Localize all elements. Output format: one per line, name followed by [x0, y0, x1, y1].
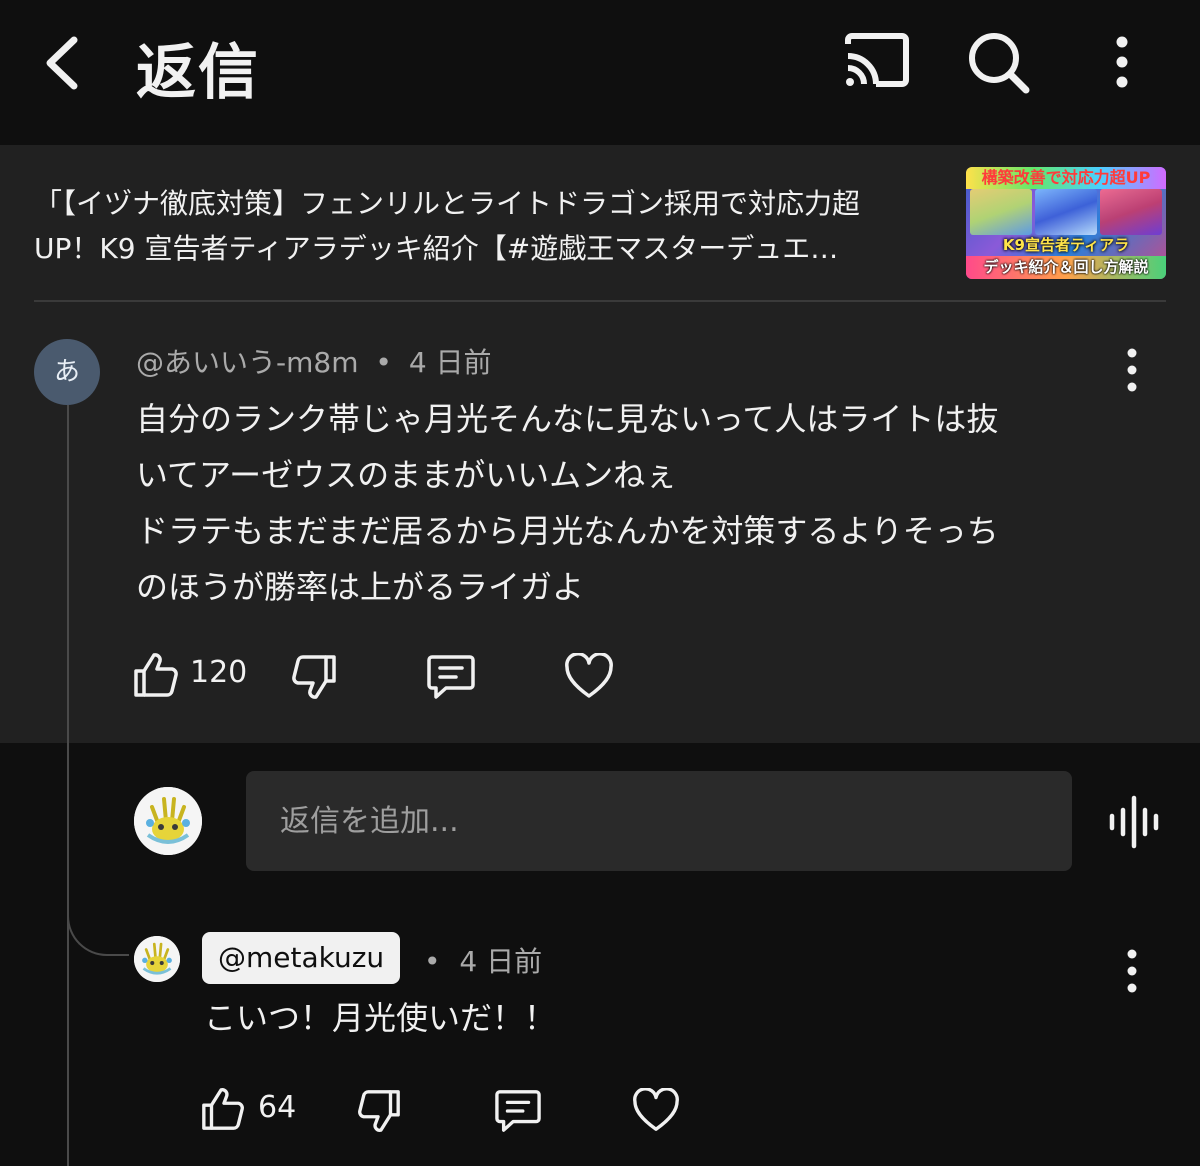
more-vertical-icon [1127, 949, 1137, 993]
user-avatar[interactable] [134, 787, 202, 855]
thumbs-up-icon [202, 1088, 244, 1130]
reply-time: 4 日前 [459, 945, 543, 978]
video-thumbnail[interactable]: 構築改善で対応力超UP K9宣告者ティアラ デッキ紹介＆回し方解説 [966, 167, 1166, 279]
reply-input[interactable] [246, 771, 1072, 871]
heart-button[interactable] [564, 652, 614, 701]
meta-separator: • [424, 945, 441, 978]
back-button[interactable] [34, 28, 98, 98]
heart-icon [633, 1087, 679, 1131]
like-button[interactable] [200, 1086, 246, 1132]
video-title-line-1: 「【イヅナ徹底対策】フェンリルとライトドラゴン採用で対応力超 [34, 187, 861, 220]
heart-icon [565, 652, 613, 698]
comment-text-line: ドラテもまだまだ居るから月光なんかを対策するよりそっち [136, 512, 999, 550]
comment-text-line: のほうが勝率は上がるライガよ [136, 568, 585, 606]
reply-author-avatar[interactable] [134, 936, 180, 982]
comment-text: 自分のランク帯じゃ月光そんなに見ないって人はライトは抜 いてアーゼウスのままがい… [136, 391, 1136, 615]
comment-panel: 「【イヅナ徹底対策】フェンリルとライトドラゴン採用で対応力超 UP！K9 宣告者… [0, 145, 1200, 743]
voice-waveform-icon [1109, 795, 1159, 849]
comment-icon [495, 1090, 541, 1132]
video-title[interactable]: 「【イヅナ徹底対策】フェンリルとライトドラゴン採用で対応力超 UP！K9 宣告者… [34, 181, 939, 271]
comment-icon [427, 655, 475, 699]
search-icon [969, 33, 1030, 94]
comment-text-line: いてアーゼウスのままがいいムンねぇ [136, 456, 678, 494]
thread-connector [67, 880, 129, 956]
thumbs-up-icon [134, 653, 178, 697]
reply-text: こいつ！月光使いだ！！ [204, 999, 557, 1037]
thumbnail-mid-text: K9宣告者ティアラ [1002, 236, 1130, 254]
reply-meta: • 4 日前 [424, 940, 542, 980]
video-title-line-2: UP！K9 宣告者ティアラデッキ紹介【#遊戯王マスターデュエ… [34, 232, 839, 265]
like-count: 64 [258, 1090, 297, 1125]
reply-button[interactable] [426, 653, 476, 701]
thumbs-down-icon [358, 1090, 400, 1132]
comment-author[interactable]: @あいいう-m8m [136, 346, 358, 379]
meta-separator: • [375, 346, 392, 379]
more-vertical-icon [1116, 36, 1128, 88]
avatar-image [134, 936, 180, 982]
voice-input-button[interactable] [1104, 792, 1164, 852]
reply-more-button[interactable] [1112, 944, 1152, 1000]
heart-button[interactable] [632, 1087, 680, 1134]
search-button[interactable] [964, 28, 1034, 98]
dislike-button[interactable] [290, 653, 338, 701]
thumbnail-card-3 [1100, 189, 1162, 235]
thumbnail-top-text: 構築改善で対応力超UP [966, 167, 1166, 189]
comment-text-line: 自分のランク帯じゃ月光そんなに見ないって人はライトは抜 [136, 400, 999, 438]
like-button[interactable] [132, 651, 180, 699]
chevron-left-icon [46, 36, 78, 90]
cast-icon [845, 33, 909, 87]
comment-author-avatar[interactable]: あ [34, 339, 100, 405]
avatar-image [134, 787, 202, 855]
top-bar: 返信 [0, 0, 1200, 145]
divider [34, 300, 1166, 302]
thread-line [67, 405, 69, 1166]
thumbnail-card-1 [970, 189, 1032, 235]
reply-author-badge[interactable]: @metakuzu [202, 932, 401, 984]
comment-time: 4 日前 [408, 346, 492, 379]
like-count: 120 [190, 655, 248, 690]
thumbnail-bottom-text: デッキ紹介＆回し方解説 [966, 256, 1166, 279]
thumbs-down-icon [292, 655, 336, 699]
dislike-button[interactable] [356, 1088, 402, 1134]
reply-button[interactable] [494, 1088, 542, 1134]
more-options-button[interactable] [1100, 30, 1144, 94]
page-title: 返信 [136, 38, 260, 108]
thumbnail-card-2 [1035, 189, 1097, 235]
cast-button[interactable] [840, 30, 912, 94]
comment-meta: @あいいう-m8m • 4 日前 [136, 341, 492, 381]
